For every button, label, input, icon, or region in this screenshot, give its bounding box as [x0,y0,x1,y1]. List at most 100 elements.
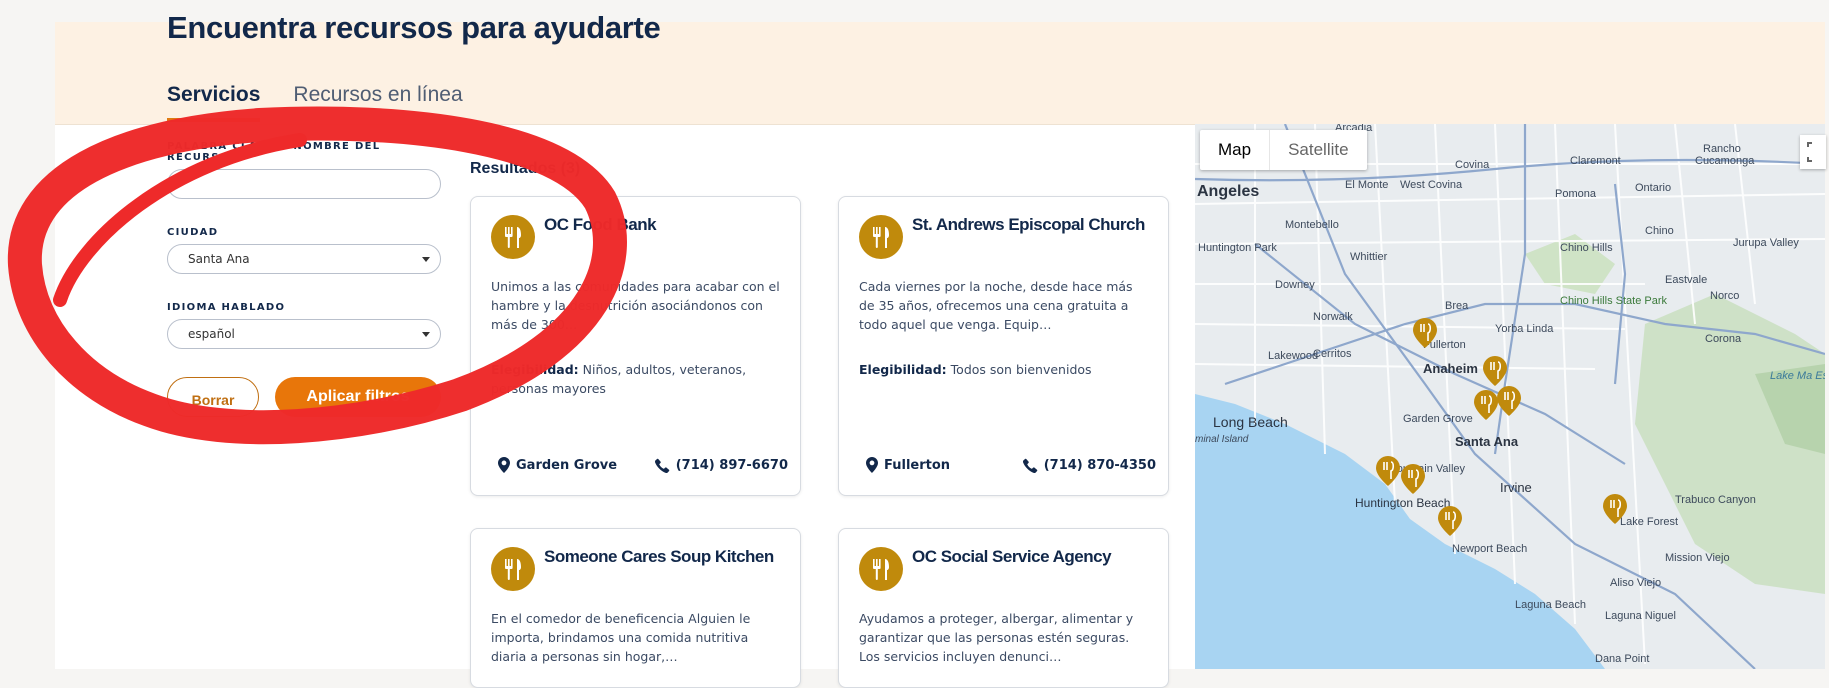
fullscreen-icon [1807,142,1812,162]
map-label: West Covina [1400,179,1463,191]
map-label: Montebello [1285,219,1339,231]
chevron-down-icon [422,257,430,262]
map-label: Whittier [1350,251,1388,263]
resource-card[interactable]: OC Food Bank Unimos a las comunidades pa… [470,196,801,496]
map-label: minal Island [1195,434,1249,445]
keyword-label: PALABRA CLAVE O NOMBRE DEL RECURSO [167,141,381,163]
map-label: Chino [1645,225,1674,237]
map-label: Cucamonga [1695,155,1755,167]
map-label: Downey [1275,279,1315,291]
map-pin-icon[interactable] [1401,464,1425,494]
card-phone: (714) 897-6670 [675,457,788,473]
resource-card[interactable]: OC Social Service Agency Ayudamos a prot… [838,528,1169,688]
map-type-toggle: Map Satellite [1200,130,1367,170]
city-select[interactable]: Santa Ana [167,244,441,274]
map-pin-icon[interactable] [1483,356,1507,386]
keyword-group: PALABRA CLAVE O NOMBRE DEL RECURSO [167,141,447,199]
map-label: Claremont [1570,155,1621,167]
card-title[interactable]: OC Social Service Agency [912,547,1152,567]
map-view-button[interactable]: Map [1200,130,1269,170]
apply-filters-button[interactable]: Aplicar filtros [275,377,441,417]
map-label: Angeles [1197,183,1259,200]
satellite-view-button[interactable]: Satellite [1269,130,1366,170]
filters-panel: PALABRA CLAVE O NOMBRE DEL RECURSO CIUDA… [167,141,447,417]
page-title: Encuentra recursos para ayudarte [167,10,661,45]
city-label: CIUDAD [167,227,219,238]
card-footer: Fullerton (714) 870-4350 [866,457,1156,473]
map-label: Rancho [1703,143,1741,155]
card-title[interactable]: St. Andrews Episcopal Church [912,215,1152,235]
results-title: Resultados (3) [470,160,581,177]
eligibility-value: Todos son bienvenidos [950,362,1092,377]
tab-recursos-en-linea[interactable]: Recursos en línea [293,80,462,122]
map-label: Chino Hills [1560,242,1613,254]
clear-button[interactable]: Borrar [167,377,259,417]
fullscreen-button[interactable] [1800,135,1826,169]
language-label: IDIOMA HABLADO [167,302,286,313]
map-label: Yorba Linda [1495,323,1554,335]
map-label: Fountain Valley [1390,463,1466,475]
language-select[interactable]: español [167,319,441,349]
map-label: El Monte [1345,179,1388,191]
card-location: Garden Grove [498,457,617,473]
map-panel[interactable]: Arcadia Covina Claremont Rancho Cucamong… [1195,124,1825,669]
card-phone-link[interactable]: (714) 897-6670 [654,457,788,473]
map-canvas[interactable]: Arcadia Covina Claremont Rancho Cucamong… [1195,124,1825,669]
card-phone: (714) 870-4350 [1043,457,1156,473]
map-label: Long Beach [1213,414,1288,430]
card-description: Ayudamos a proteger, albergar, alimentar… [859,611,1134,664]
phone-icon [654,458,670,473]
map-label: Lake Ma Este Mount Reser [1770,370,1825,382]
utensils-icon [491,547,535,591]
map-label: Garden Grove [1403,413,1473,425]
city-group: CIUDAD Santa Ana [167,227,447,274]
map-label: Covina [1455,159,1490,171]
card-city: Fullerton [884,457,951,473]
map-pin-icon [866,457,878,473]
map-pin-icon [498,457,510,473]
map-label: Mission Viejo [1665,552,1730,564]
tab-servicios[interactable]: Servicios [167,80,261,122]
map-label: Huntington Park [1198,242,1277,254]
card-footer: Garden Grove (714) 897-6670 [498,457,788,473]
map-label: Dana Point [1595,653,1649,665]
eligibility-label: Elegibilidad: [491,362,579,377]
map-label: Norco [1710,290,1739,302]
map-label: Aliso Viejo [1610,577,1661,589]
city-select-value: Santa Ana [188,252,250,266]
card-eligibility: Elegibilidad: Todos son bienvenidos [859,360,1149,379]
phone-icon [1022,458,1038,473]
map-label: Trabuco Canyon [1675,494,1756,506]
hero-banner: Encuentra recursos para ayudarte Servici… [55,10,1825,125]
card-city: Garden Grove [516,457,618,473]
map-label: Irvine [1500,480,1532,495]
map-label: Newport Beach [1452,543,1527,555]
card-eligibility: Elegibilidad: Niños, adultos, veteranos,… [491,360,781,398]
chevron-down-icon [422,332,430,337]
map-pin-icon[interactable] [1438,506,1462,536]
language-select-value: español [188,327,235,341]
utensils-icon [859,215,903,259]
map-label: Pomona [1555,188,1597,200]
card-description: En el comedor de beneficencia Alguien le… [491,611,751,664]
card-description: Unimos a las comunidades para acabar con… [491,279,780,332]
keyword-input[interactable] [168,170,440,198]
map-label: Jurupa Valley [1733,237,1799,249]
card-title[interactable]: Someone Cares Soup Kitchen [544,547,784,567]
map-label: Laguna Niguel [1605,610,1676,622]
map-label: Lake Forest [1620,516,1678,528]
map-label: Lakewood [1268,350,1318,362]
card-title[interactable]: OC Food Bank [544,215,784,235]
resource-card[interactable]: St. Andrews Episcopal Church Cada vierne… [838,196,1169,496]
resource-card[interactable]: Someone Cares Soup Kitchen En el comedor… [470,528,801,688]
card-phone-link[interactable]: (714) 870-4350 [1022,457,1156,473]
map-label: Cerritos [1313,348,1352,360]
utensils-icon [859,547,903,591]
map-label: Huntington Beach [1355,496,1450,510]
map-pin-icon[interactable] [1474,390,1498,420]
map-label: Eastvale [1665,274,1707,286]
map-label: Brea [1445,300,1469,312]
keyword-field-wrap [167,169,441,199]
card-location: Fullerton [866,457,950,473]
map-label: Ontario [1635,182,1671,194]
